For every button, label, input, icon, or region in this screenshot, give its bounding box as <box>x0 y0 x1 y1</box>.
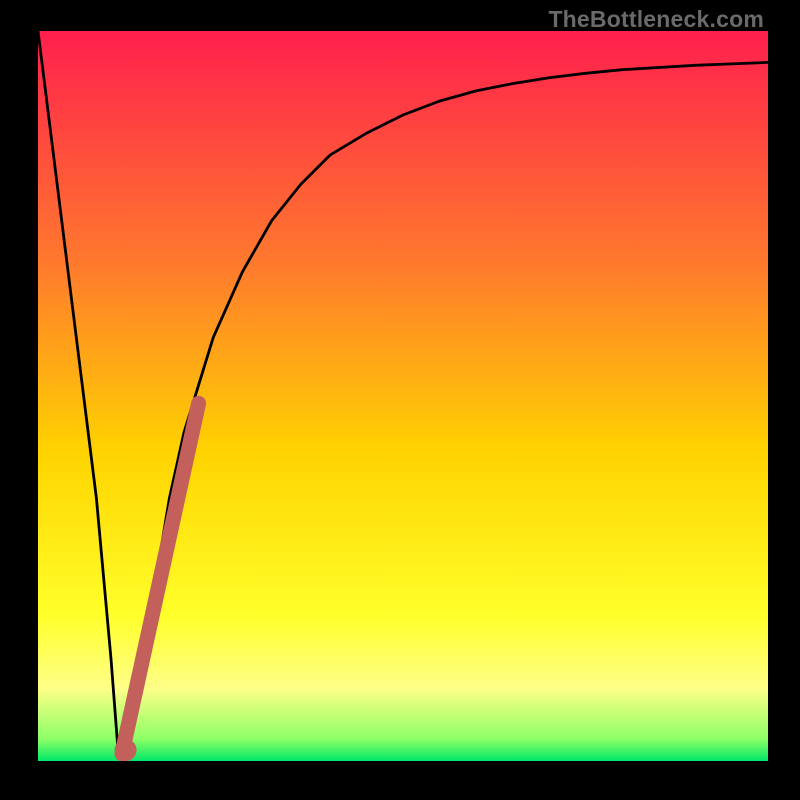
plot-area <box>38 31 768 761</box>
bottleneck-chart <box>38 31 768 761</box>
highlight-dot <box>115 739 137 761</box>
chart-frame: TheBottleneck.com <box>0 0 800 800</box>
watermark-text: TheBottleneck.com <box>548 6 764 33</box>
